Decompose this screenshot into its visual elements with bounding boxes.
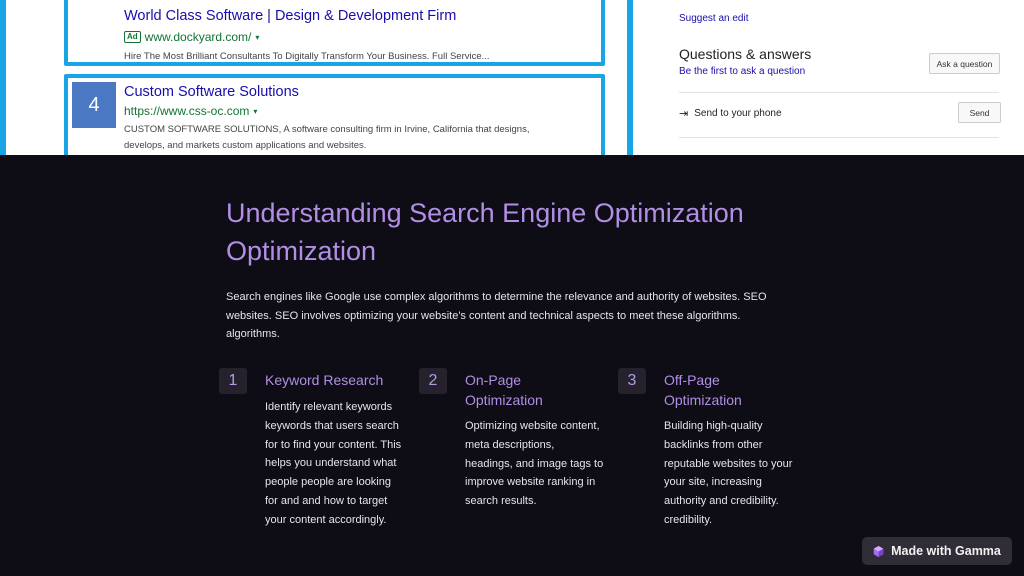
slide-title: Understanding Search Engine Optimization… — [226, 198, 744, 266]
step-body: Optimizing website content, meta descrip… — [465, 420, 604, 508]
step-number: 1 — [219, 368, 247, 394]
ad-result-title[interactable]: World Class Software | Design & Developm… — [124, 8, 456, 24]
dropdown-arrow-icon[interactable]: ▾ — [253, 107, 257, 116]
qa-heading: Questions & answers — [679, 46, 812, 62]
ad-result-description: Hire The Most Brilliant Consultants To D… — [124, 51, 490, 62]
made-with-gamma-badge[interactable]: Made with Gamma — [862, 537, 1012, 565]
step-body: Building high-quality backlinks from oth… — [664, 420, 793, 526]
frame-edge-right — [627, 0, 633, 155]
panel-divider — [679, 92, 999, 93]
ad-badge: Ad — [124, 31, 141, 43]
ad-url-text: https://www.css-oc.com — [124, 104, 250, 118]
result-rank-badge: 4 — [72, 82, 116, 128]
ad-result-dockyard: World Class Software | Design & Developm… — [64, 0, 605, 66]
step-number: 2 — [419, 368, 447, 394]
ad-result-url: Ad www.dockyard.com/ ▾ — [124, 30, 259, 44]
send-to-phone-icon: ⇥ — [679, 108, 689, 120]
send-to-phone-row: ⇥ Send to your phone — [679, 107, 782, 120]
step-body: Identify relevant keywords keywords that… — [265, 401, 402, 526]
step-title: Keyword Research — [265, 372, 384, 388]
ad-result-css-oc: 4 Custom Software Solutions https://www.… — [64, 74, 605, 155]
frame-edge-left — [0, 0, 6, 155]
send-to-phone-label: Send to your phone — [694, 108, 782, 119]
step-number: 3 — [618, 368, 646, 394]
panel-divider — [679, 137, 999, 138]
ad-result-url: https://www.css-oc.com ▾ — [124, 104, 257, 118]
slide-intro: Search engines like Google use complex a… — [226, 291, 767, 341]
qa-first-link[interactable]: Be the first to ask a question — [679, 66, 805, 77]
ad-result-description-line: CUSTOM SOFTWARE SOLUTIONS, A software co… — [124, 124, 530, 135]
suggest-edit-link[interactable]: Suggest an edit — [679, 13, 749, 24]
send-button[interactable]: Send — [958, 102, 1001, 123]
search-results-column: World Class Software | Design & Developm… — [0, 0, 660, 155]
ad-result-title[interactable]: Custom Software Solutions — [124, 84, 299, 100]
ad-result-description-line: develops, and markets custom application… — [124, 140, 367, 151]
gamma-logo-icon — [873, 545, 884, 557]
ask-question-button[interactable]: Ask a question — [929, 53, 1000, 74]
dropdown-arrow-icon[interactable]: ▾ — [255, 33, 259, 42]
business-panel: Suggest an edit Questions & answers Be t… — [667, 0, 1024, 155]
ad-url-text: www.dockyard.com/ — [144, 30, 252, 44]
step-title: Off-Page Optimization — [664, 372, 742, 408]
search-results-screenshot: World Class Software | Design & Developm… — [0, 0, 1024, 155]
step-title: On-Page Optimization — [465, 372, 543, 408]
made-with-gamma-label: Made with Gamma — [891, 544, 1001, 558]
